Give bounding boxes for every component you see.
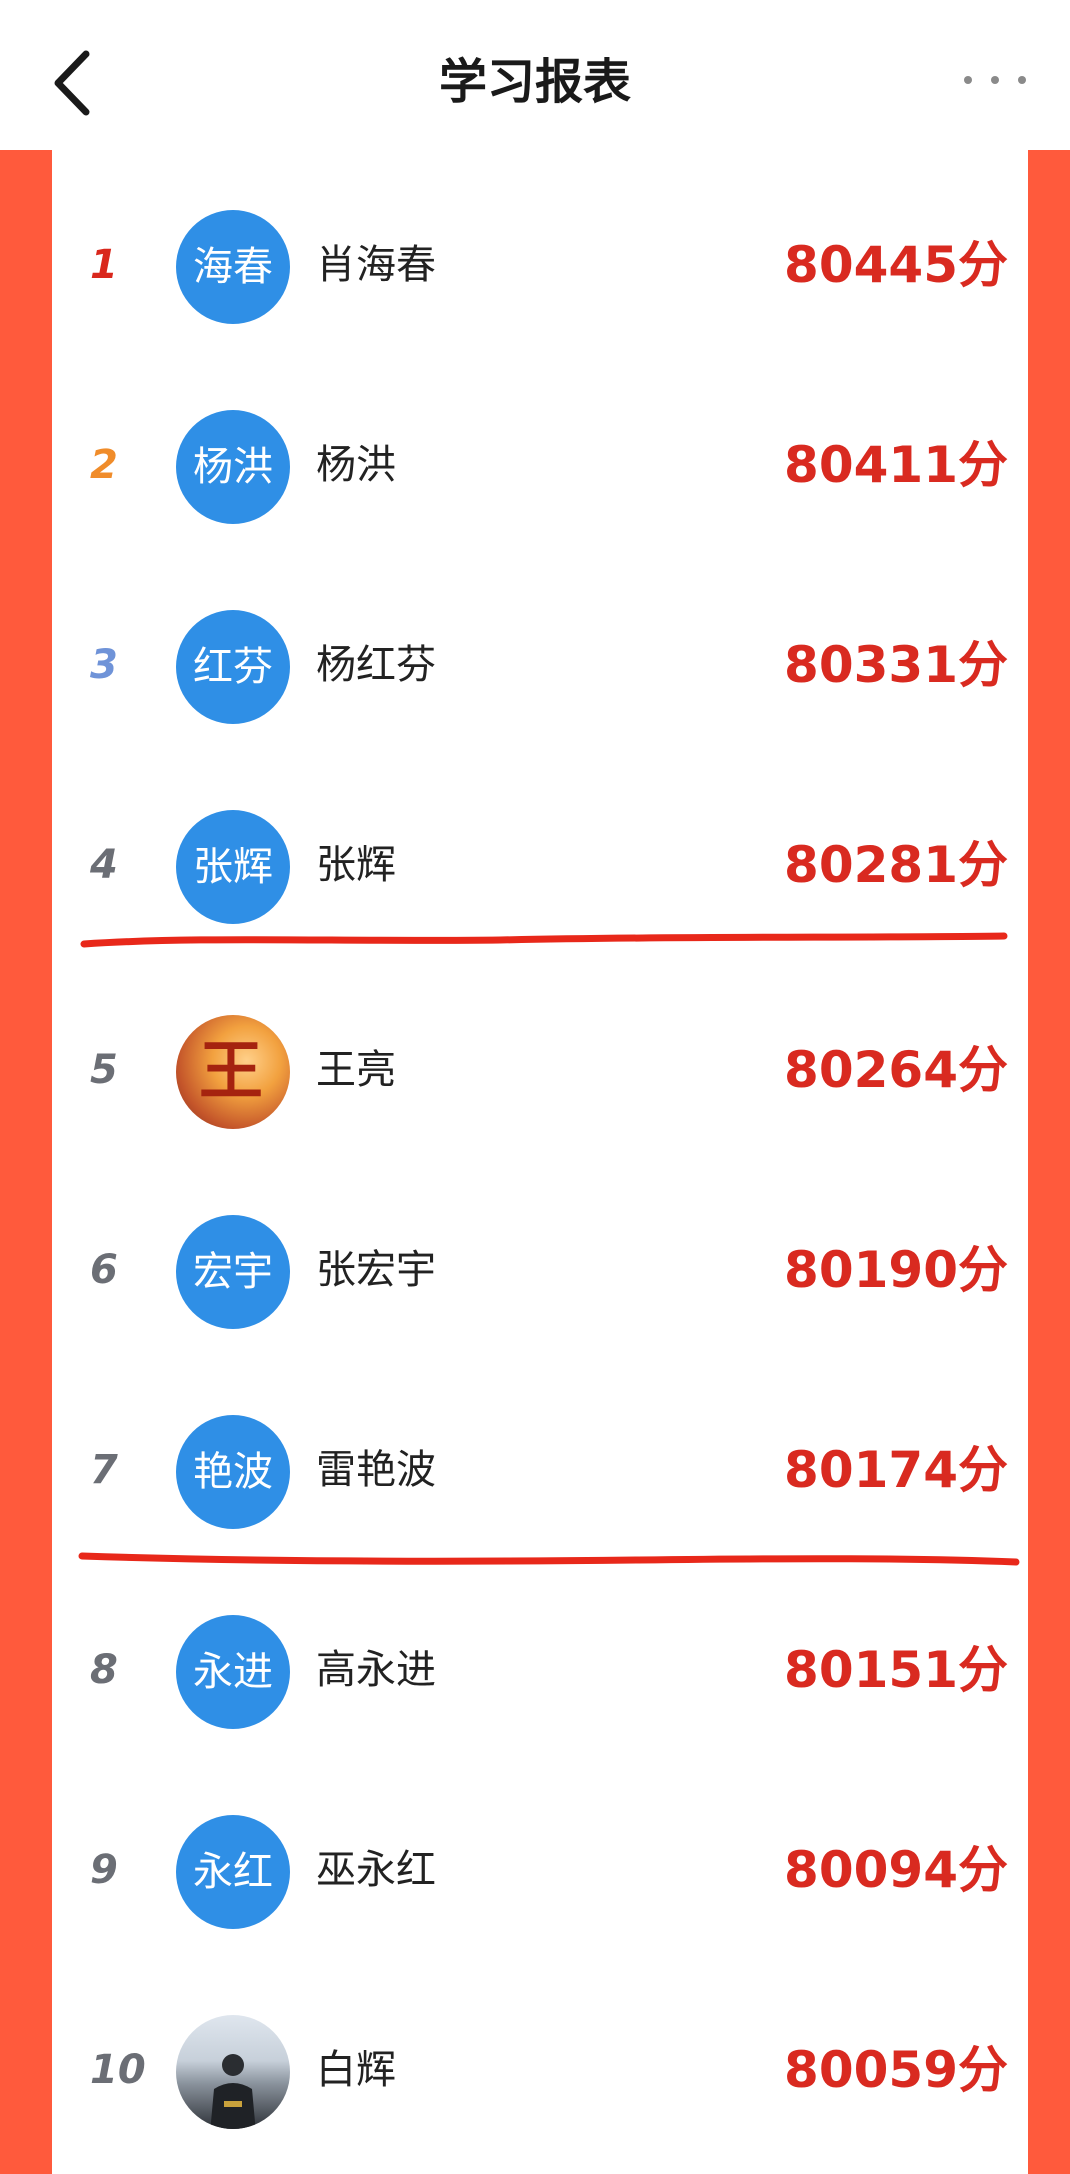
score-value: 80190	[784, 1241, 958, 1299]
leaderboard-row[interactable]: 1 海春 肖海春 80445分	[52, 165, 1028, 365]
annotation-underline-2	[78, 1552, 1020, 1566]
member-name: 雷艳波	[316, 1447, 436, 1493]
member-name: 白辉	[316, 2047, 396, 2093]
avatar[interactable]: 杨洪	[176, 410, 290, 524]
score-value: 80445	[784, 236, 958, 294]
leaderboard-list: 1 海春 肖海春 80445分 2 杨洪 杨洪 80411分 3 红芬 杨红芬 80331分 4 张辉 张辉…	[52, 150, 1028, 2174]
rank-number: 6	[90, 1247, 118, 1293]
score-unit: 分	[958, 636, 1008, 694]
avatar[interactable]: 张辉	[176, 810, 290, 924]
member-score: 80059分	[784, 1970, 1008, 2170]
member-score: 80190分	[784, 1170, 1008, 1370]
score-value: 80411	[784, 436, 958, 494]
leaderboard-row[interactable]: 3 红芬 杨红芬 80331分	[52, 565, 1028, 765]
member-score: 80174分	[784, 1370, 1008, 1570]
avatar[interactable]: 宏宇	[176, 1215, 290, 1329]
rank-number: 2	[90, 442, 118, 488]
score-unit: 分	[958, 836, 1008, 894]
avatar[interactable]: 艳波	[176, 1415, 290, 1529]
member-name: 杨红芬	[316, 642, 436, 688]
annotation-underline-1	[80, 932, 1008, 948]
member-name: 高永进	[316, 1647, 436, 1693]
leaderboard-row[interactable]: 10 白辉 80059分	[52, 1970, 1028, 2170]
watermark	[1058, 2152, 1062, 2166]
rank-number: 8	[90, 1647, 118, 1693]
left-red-border	[0, 150, 52, 2174]
rank-number: 10	[90, 2047, 146, 2093]
more-dots-icon[interactable]	[960, 70, 1030, 90]
member-score: 80264分	[784, 970, 1008, 1170]
avatar[interactable]: 永进	[176, 1615, 290, 1729]
avatar-photo-person	[210, 2054, 256, 2129]
avatar[interactable]	[176, 2015, 290, 2129]
leaderboard-row[interactable]: 9 永红 巫永红 80094分	[52, 1770, 1028, 1970]
member-score: 80411分	[784, 365, 1008, 565]
avatar[interactable]: 王	[176, 1015, 290, 1129]
score-unit: 分	[958, 2041, 1008, 2099]
score-unit: 分	[958, 236, 1008, 294]
member-score: 80151分	[784, 1570, 1008, 1770]
score-unit: 分	[958, 436, 1008, 494]
score-unit: 分	[958, 1841, 1008, 1899]
rank-number: 9	[90, 1847, 118, 1893]
member-name: 张宏宇	[316, 1247, 436, 1293]
rank-number: 7	[90, 1447, 118, 1493]
leaderboard-row[interactable]: 8 永进 高永进 80151分	[52, 1570, 1028, 1770]
member-name: 巫永红	[316, 1847, 436, 1893]
leaderboard-row[interactable]: 6 宏宇 张宏宇 80190分	[52, 1170, 1028, 1370]
member-name: 肖海春	[316, 242, 436, 288]
score-value: 80059	[784, 2041, 958, 2099]
leaderboard-row[interactable]: 2 杨洪 杨洪 80411分	[52, 365, 1028, 565]
page-title: 学习报表	[438, 54, 631, 110]
score-unit: 分	[958, 1241, 1008, 1299]
score-value: 80094	[784, 1841, 958, 1899]
avatar[interactable]: 海春	[176, 210, 290, 324]
score-unit: 分	[958, 1441, 1008, 1499]
member-score: 80094分	[784, 1770, 1008, 1970]
rank-number: 5	[90, 1047, 118, 1093]
rank-number: 1	[90, 242, 118, 288]
score-value: 80174	[784, 1441, 958, 1499]
score-unit: 分	[958, 1641, 1008, 1699]
score-value: 80264	[784, 1041, 958, 1099]
score-value: 80331	[784, 636, 958, 694]
avatar-seal-glyph: 王	[199, 1035, 263, 1109]
leaderboard-row[interactable]: 5 王 王亮 80264分	[52, 970, 1028, 1170]
avatar[interactable]: 红芬	[176, 610, 290, 724]
score-value: 80151	[784, 1641, 958, 1699]
top-bar: 学习报表	[0, 0, 1070, 150]
leaderboard-row[interactable]: 7 艳波 雷艳波 80174分	[52, 1370, 1028, 1570]
chevron-left-icon[interactable]	[48, 48, 98, 118]
member-name: 杨洪	[316, 442, 396, 488]
rank-number: 3	[90, 642, 118, 688]
avatar[interactable]: 永红	[176, 1815, 290, 1929]
member-score: 80445分	[784, 165, 1008, 365]
score-unit: 分	[958, 1041, 1008, 1099]
member-name: 王亮	[316, 1047, 396, 1093]
member-score: 80331分	[784, 565, 1008, 765]
right-red-border	[1028, 150, 1070, 2174]
score-value: 80281	[784, 836, 958, 894]
